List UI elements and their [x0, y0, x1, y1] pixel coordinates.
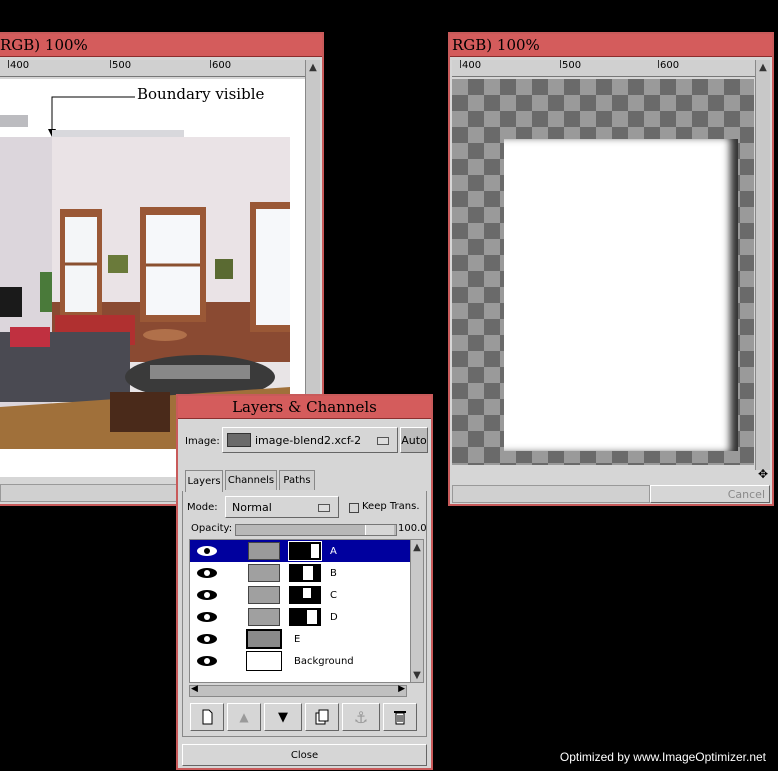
opacity-label: Opacity: [191, 523, 233, 534]
layer-row-b[interactable]: B [190, 562, 410, 584]
visibility-eye-icon[interactable] [196, 633, 218, 645]
opacity-slider[interactable] [235, 524, 397, 536]
right-ruler-label-600: 600 [660, 60, 680, 71]
image-select[interactable]: image-blend2.xcf-2 [222, 427, 398, 453]
left-horizontal-ruler: 400 500 600 [0, 60, 306, 77]
mode-dropdown-icon [318, 504, 330, 512]
mode-select[interactable]: Normal [225, 496, 339, 518]
layer-row-background[interactable]: Background [190, 650, 410, 672]
layer-name: B [330, 567, 337, 579]
layer-thumbnail [246, 651, 282, 671]
raise-arrow-icon: ▲ [239, 710, 249, 724]
visibility-eye-icon[interactable] [196, 655, 218, 667]
layer-name: A [330, 545, 337, 557]
visibility-eye-icon[interactable] [196, 611, 218, 623]
tab-channels[interactable]: Channels [225, 470, 277, 490]
tab-layers[interactable]: Layers [185, 470, 223, 492]
layer-name: D [330, 611, 338, 623]
tab-paths[interactable]: Paths [279, 470, 315, 490]
hscroll-left-arrow[interactable]: ◀ [191, 684, 198, 694]
list-scroll-up-arrow[interactable]: ▲ [411, 540, 423, 554]
layers-channels-dialog: Layers & Channels Image: image-blend2.xc… [176, 394, 433, 770]
right-ruler-label-500: 500 [562, 60, 582, 71]
layer-mask-thumbnail [288, 563, 322, 583]
lower-arrow-icon: ▼ [278, 709, 288, 725]
anchor-layer-button[interactable]: ⚓ [342, 703, 380, 731]
lower-layer-button[interactable]: ▼ [264, 703, 302, 731]
left-window-title: RGB) 100% [0, 36, 88, 54]
right-canvas[interactable] [452, 79, 754, 465]
left-window-titlebar[interactable]: RGB) 100% [0, 34, 322, 57]
delete-layer-button[interactable] [383, 703, 417, 731]
layers-list-horizontal-scrollbar[interactable]: ◀ ▶ [189, 684, 407, 697]
right-scroll-up-arrow[interactable]: ▲ [756, 60, 770, 74]
duplicate-layer-icon [315, 709, 329, 725]
visibility-eye-icon[interactable] [196, 589, 218, 601]
left-ruler-label-600: 600 [212, 60, 232, 71]
image-thumbnail [227, 433, 251, 447]
layer-mask-thumbnail [288, 541, 322, 561]
visibility-eye-icon[interactable] [196, 545, 218, 557]
left-ruler-label-500: 500 [112, 60, 132, 71]
hscroll-right-arrow[interactable]: ▶ [398, 684, 405, 694]
layers-panel: Mode: Normal Keep Trans. Opacity: 100.0 … [182, 491, 427, 737]
layer-thumbnail [246, 629, 282, 649]
auto-button[interactable]: Auto [400, 427, 428, 453]
new-layer-icon [202, 709, 213, 725]
layers-list-vertical-scrollbar[interactable]: ▲ ▼ [410, 539, 424, 683]
opacity-slider-handle[interactable] [365, 525, 394, 535]
keep-trans-checkbox[interactable] [349, 503, 359, 513]
right-window-titlebar[interactable]: RGB) 100% [450, 34, 772, 57]
layer-thumbnail [248, 586, 280, 604]
layer-name: C [330, 589, 337, 601]
right-ruler-label-400: 400 [462, 60, 482, 71]
right-status-bar [452, 485, 650, 503]
right-window-title: RGB) 100% [452, 36, 540, 54]
list-scroll-down-arrow[interactable]: ▼ [411, 668, 423, 682]
dialog-titlebar[interactable]: Layers & Channels [178, 396, 431, 419]
image-select-value: image-blend2.xcf-2 [255, 433, 362, 447]
duplicate-layer-button[interactable] [305, 703, 339, 731]
close-button[interactable]: Close [182, 744, 427, 766]
layer-row-c[interactable]: C [190, 584, 410, 606]
layer-mask-white [504, 139, 738, 451]
opacity-value: 100.0 [398, 523, 427, 534]
layer-thumbnail [248, 608, 280, 626]
layers-list[interactable]: A B C D E Background [189, 539, 411, 683]
cancel-button[interactable]: Cancel [650, 485, 770, 503]
right-horizontal-ruler: 400 500 600 [452, 60, 756, 77]
layer-thumbnail [248, 542, 280, 560]
image-label: Image: [185, 436, 220, 447]
left-ruler-label-400: 400 [10, 60, 30, 71]
layer-thumbnail [248, 564, 280, 582]
layer-row-d[interactable]: D [190, 606, 410, 628]
right-image-window: RGB) 100% 400 500 600 ▲ ✥ Cancel [448, 32, 774, 506]
left-scroll-up-arrow[interactable]: ▲ [306, 60, 320, 74]
layer-name: E [294, 633, 301, 645]
dialog-title: Layers & Channels [232, 398, 377, 416]
visibility-eye-icon[interactable] [196, 567, 218, 579]
keep-trans-label: Keep Trans. [362, 501, 420, 512]
dropdown-indicator-icon [377, 437, 389, 445]
anchor-icon: ⚓ [353, 707, 369, 727]
right-vertical-scrollbar[interactable]: ▲ [755, 60, 770, 470]
mode-label: Mode: [187, 502, 218, 513]
new-layer-button[interactable] [190, 703, 224, 731]
layer-name: Background [294, 655, 354, 667]
layer-mask-thumbnail [288, 585, 322, 605]
layer-mask-thumbnail [288, 607, 322, 627]
tab-bar: Layers Channels Paths [185, 470, 425, 492]
layer-strip-top-left [0, 115, 28, 127]
optimizer-credit: Optimized by www.ImageOptimizer.net [559, 750, 766, 764]
annotation-text: Boundary visible [137, 85, 265, 103]
layer-row-a[interactable]: A [190, 540, 410, 562]
trash-icon [394, 711, 406, 725]
layer-row-e[interactable]: E [190, 628, 410, 650]
navigation-icon[interactable]: ✥ [757, 468, 769, 480]
raise-layer-button[interactable]: ▲ [227, 703, 261, 731]
